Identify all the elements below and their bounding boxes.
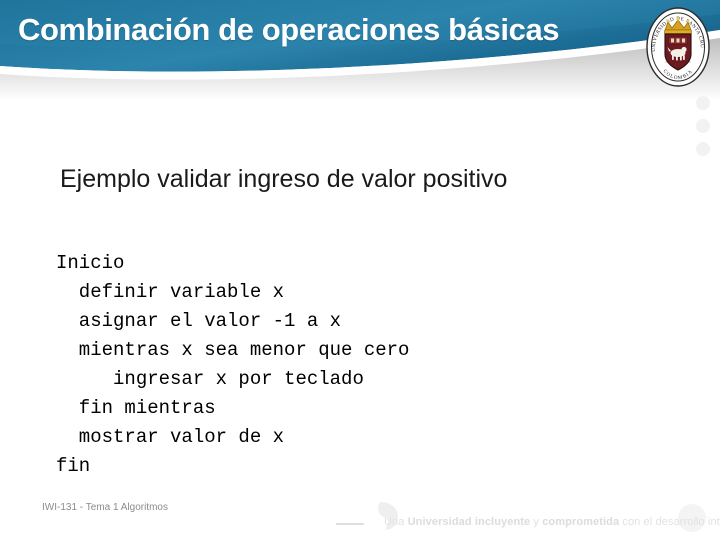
tagline-prefix: Una (384, 516, 408, 528)
header-banner: Combinación de operaciones básicas (0, 0, 720, 100)
tagline-bold-1: Universidad incluyente (407, 516, 531, 528)
content-subtitle: Ejemplo validar ingreso de valor positiv… (60, 165, 508, 193)
tagline-mid: y (530, 516, 543, 528)
pseudocode-block: Inicio definir variable x asignar el val… (56, 252, 410, 477)
dot-1-icon (696, 96, 710, 110)
decorative-dots (696, 96, 712, 158)
page-title: Combinación de operaciones básicas (18, 12, 560, 47)
crown-icon (664, 17, 692, 34)
footer-tagline: Una Universidad incluyente y comprometid… (384, 515, 720, 530)
tagline-suffix: con el desarrollo integral (622, 516, 720, 528)
dot-3-icon (696, 142, 710, 156)
dot-2-icon (696, 119, 710, 133)
footer-course-note: IWI-131 - Tema 1 Algoritmos (42, 502, 168, 513)
tagline-bold-2: comprometida (542, 516, 620, 528)
university-crest-icon: UNIVERSIDAD DE SANTA CRUZ COLOMBIA (645, 6, 711, 88)
slide: Combinación de operaciones básicas UNIVE… (0, 0, 720, 540)
